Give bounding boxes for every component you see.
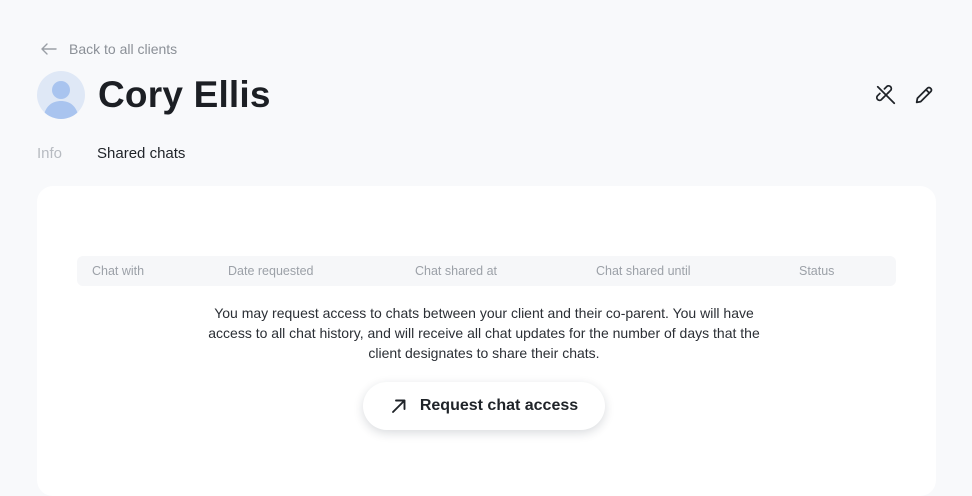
user-avatar-icon: [43, 81, 79, 119]
unlink-icon: [876, 85, 896, 105]
back-to-clients-link[interactable]: Back to all clients: [40, 41, 177, 57]
arrow-up-right-icon: [391, 399, 406, 413]
avatar: [37, 71, 85, 119]
page-title: Cory Ellis: [98, 74, 271, 115]
tab-info[interactable]: Info: [37, 145, 62, 162]
arrow-left-icon: [40, 42, 57, 56]
empty-state-message: You may request access to chats between …: [208, 305, 760, 361]
edit-button[interactable]: [912, 83, 936, 107]
tab-shared-chats[interactable]: Shared chats: [97, 145, 185, 162]
column-chat-with: Chat with: [92, 264, 145, 278]
client-header: Cory Ellis: [37, 71, 271, 119]
request-chat-access-button[interactable]: Request chat access: [363, 382, 605, 430]
back-link-label: Back to all clients: [69, 41, 178, 57]
tabs: Info Shared chats: [37, 145, 185, 162]
column-chat-shared-at: Chat shared at: [415, 264, 497, 278]
table-header: Chat with Date requested Chat shared at …: [77, 256, 896, 286]
column-date-requested: Date requested: [228, 264, 314, 278]
column-status: Status: [799, 264, 835, 278]
request-button-label: Request chat access: [419, 397, 579, 414]
unlink-button[interactable]: [874, 83, 898, 107]
column-chat-shared-until: Chat shared until: [596, 264, 691, 278]
header-actions: [874, 83, 936, 107]
shared-chats-card: Chat with Date requested Chat shared at …: [37, 186, 936, 496]
pencil-icon: [915, 86, 933, 104]
